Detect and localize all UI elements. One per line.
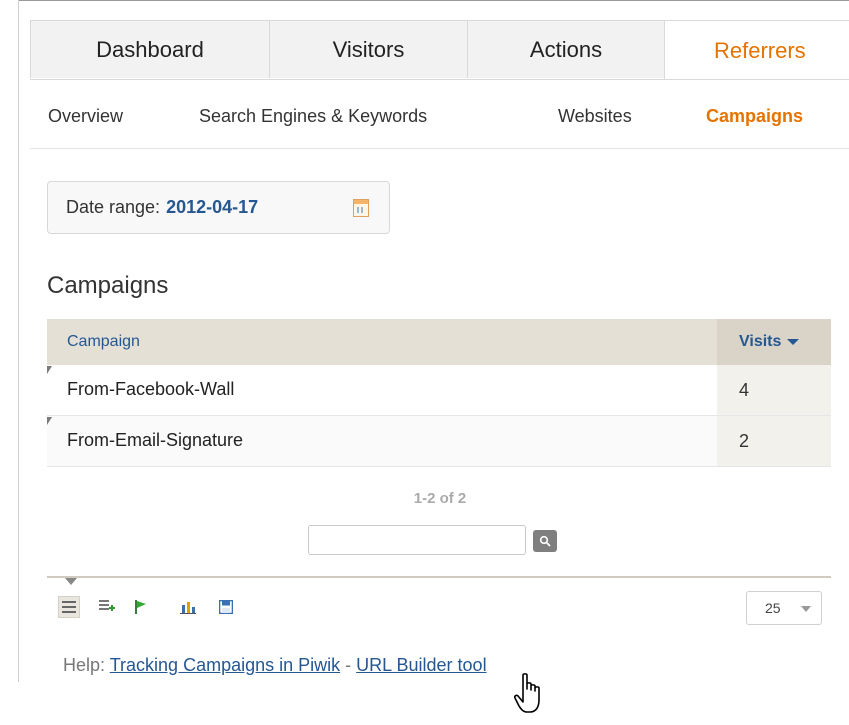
sub-navigation: Overview Search Engines & Keywords Websi… [30,80,849,149]
table-row[interactable]: From-Email-Signature 2 [47,416,831,467]
url-builder-link[interactable]: URL Builder tool [356,655,486,675]
tab-referrers[interactable]: Referrers [664,20,849,80]
subnav-search-engines-keywords[interactable]: Search Engines & Keywords [199,106,427,127]
goals-flag-icon[interactable] [130,596,152,618]
row-visits: 2 [717,416,831,466]
tab-actions[interactable]: Actions [467,20,665,78]
rows-limit-value: 25 [765,600,781,616]
table-view-icon[interactable] [58,596,80,618]
column-header-campaign[interactable]: Campaign [67,333,140,351]
row-expand-icon [47,417,52,425]
hand-cursor-icon [514,673,540,713]
subnav-overview[interactable]: Overview [48,106,123,127]
tab-label: Actions [529,36,603,62]
subnav-campaigns[interactable]: Campaigns [706,106,803,127]
tab-label: Visitors [332,36,405,62]
bar-chart-icon[interactable] [177,596,199,618]
tab-dashboard[interactable]: Dashboard [30,20,270,78]
help-separator: - [345,655,352,675]
export-save-icon[interactable] [215,596,237,618]
table-more-columns-icon[interactable] [96,596,118,618]
row-label: From-Facebook-Wall [67,379,235,399]
date-range-value: 2012-04-17 [166,197,259,217]
campaigns-table: Campaign Visits From-Facebook-Wall 4 Fro… [47,319,831,467]
tab-visitors[interactable]: Visitors [269,20,468,78]
date-range-label: Date range: [66,197,161,217]
search-button[interactable] [533,530,557,552]
table-row[interactable]: From-Facebook-Wall 4 [47,365,831,416]
column-header-visits-label: Visits [739,333,782,350]
help-text: Help: Tracking Campaigns in Piwik - URL … [63,655,487,676]
tab-label: Dashboard [96,36,204,62]
subnav-websites[interactable]: Websites [558,106,632,127]
search-icon [539,535,551,547]
calendar-icon[interactable] [353,199,369,217]
table-search-input[interactable] [308,525,526,555]
table-header: Campaign Visits [47,319,831,365]
row-label: From-Email-Signature [67,430,244,450]
sort-desc-icon [787,339,800,345]
row-expand-icon [47,366,52,374]
row-visits: 4 [717,365,831,415]
date-range-selector[interactable]: Date range: 2012-04-17 [47,181,390,234]
footer-toggle-icon[interactable] [65,578,77,585]
table-footer-divider [47,576,831,578]
tab-label: Referrers [714,37,806,63]
chevron-down-icon [801,606,811,612]
tracking-campaigns-link[interactable]: Tracking Campaigns in Piwik [110,655,340,675]
help-prefix: Help: [63,655,106,675]
section-title: Campaigns [47,272,169,299]
rows-limit-select[interactable]: 25 [746,591,822,625]
column-header-visits[interactable]: Visits [717,319,831,365]
pagination-info: 1-2 of 2 [413,490,467,507]
